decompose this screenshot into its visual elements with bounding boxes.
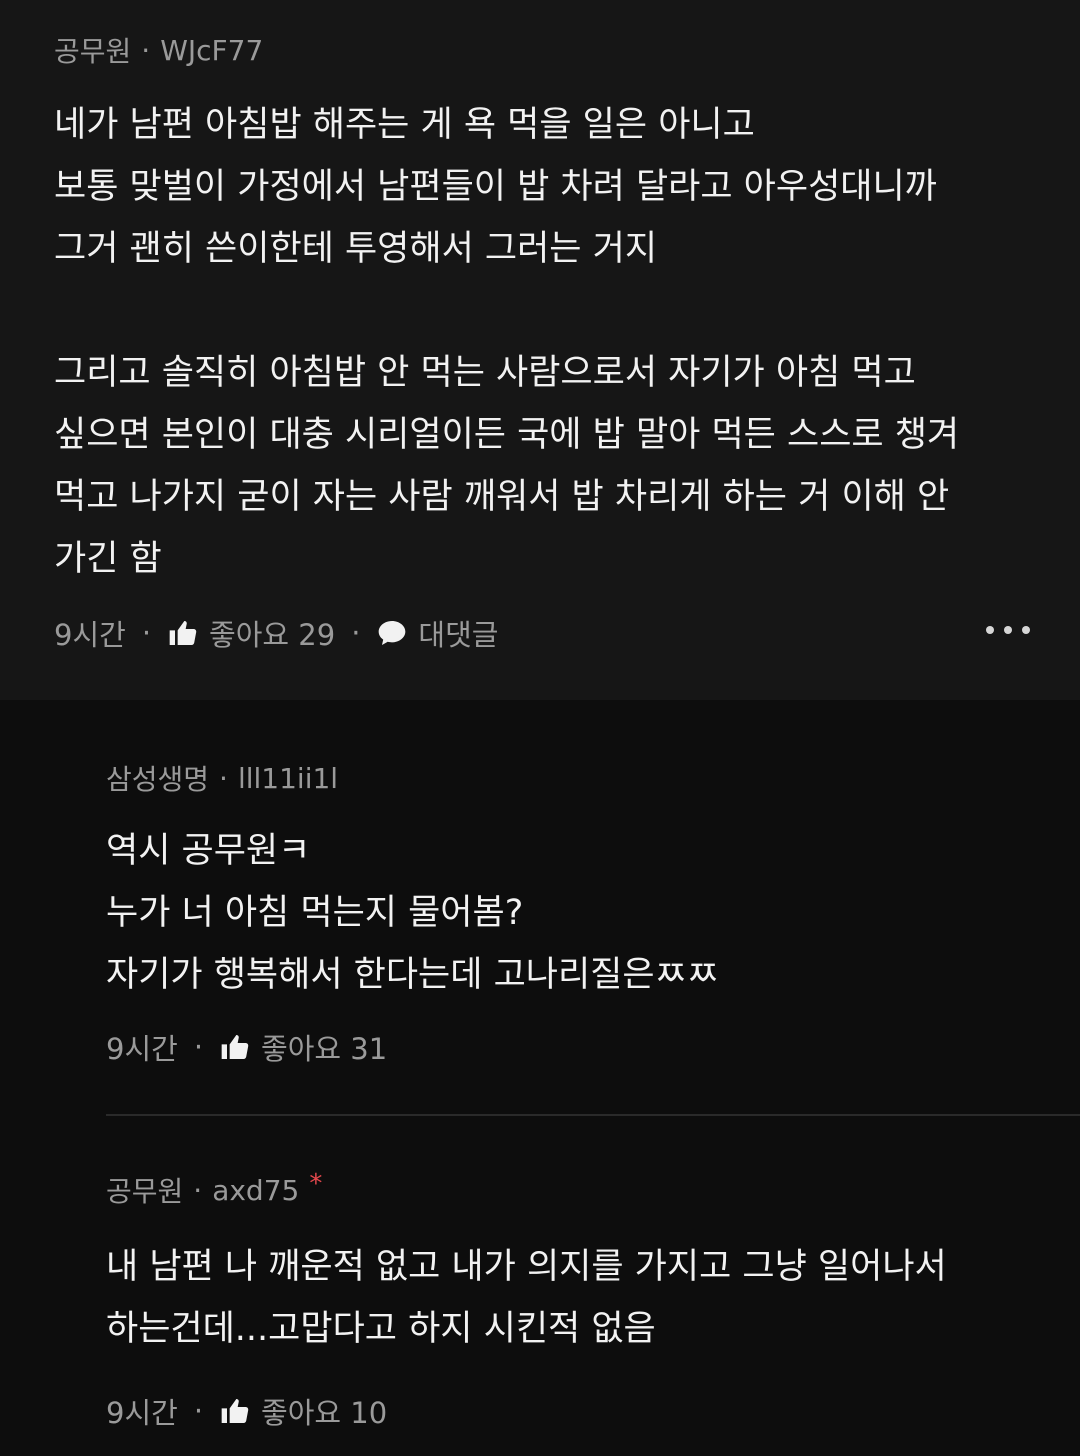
reply-label: 대댓글	[418, 618, 499, 652]
action-separator: ·	[351, 616, 361, 650]
comment-meta: 삼성생명 · lll11ii1l	[106, 758, 1080, 798]
meta-separator: ·	[219, 761, 228, 795]
comment-meta: 공무원 · axd75 *	[106, 1169, 1080, 1210]
author-mark: *	[309, 1169, 323, 1199]
action-separator: ·	[193, 1394, 204, 1428]
comment-line: 하는건데...고맙다고 하지 시킨적 없음	[106, 1309, 656, 1349]
comment-line: 역시 공무원ㅋ	[106, 831, 311, 871]
comment-line: 싶으면 본인이 대충 시리얼이든 국에 밥 말아 먹든 스스로 챙겨	[54, 415, 960, 455]
comment-text: 내 남편 나 깨운적 없고 내가 의지를 가지고 그냥 일어나서 하는건데...…	[106, 1236, 1080, 1360]
thumbs-up-icon	[221, 1035, 249, 1059]
reply-button[interactable]: 대댓글	[376, 612, 498, 654]
meta-separator: ·	[141, 33, 151, 67]
timestamp: 9시간	[54, 618, 126, 652]
comment-line: 네가 남편 아침밥 해주는 게 욕 먹을 일은 아니고	[54, 105, 755, 145]
comment-line: 자기가 행복해서 한다는데 고나리질은ㅉㅉ	[106, 955, 719, 995]
like-button[interactable]: 좋아요 29	[167, 612, 335, 654]
comment-meta: 공무원 · WJcF77	[54, 30, 1026, 70]
comment-actions: 9시간 · 좋아요 10	[106, 1390, 1080, 1432]
comment-card: 공무원 · WJcF77 네가 남편 아침밥 해주는 게 욕 먹을 일은 아니고…	[0, 0, 1080, 700]
comment-line	[54, 280, 1026, 342]
comment-line: 가긴 함	[54, 539, 162, 579]
comment-actions: 9시간 · 좋아요 29 · 대댓글	[54, 612, 1026, 654]
like-button[interactable]: 좋아요 10	[219, 1390, 387, 1432]
username[interactable]: WJcF77	[160, 34, 263, 67]
comment-line: 그거 괜히 쓴이한테 투영해서 그러는 거지	[54, 229, 658, 269]
timestamp: 9시간	[106, 1396, 178, 1430]
like-count: 좋아요 31	[261, 1032, 388, 1066]
action-separator: ·	[193, 1030, 204, 1064]
company-name[interactable]: 공무원	[106, 1170, 183, 1210]
like-count: 좋아요 29	[209, 618, 336, 652]
company-name[interactable]: 공무원	[54, 30, 131, 70]
comment-line: 그리고 솔직히 아침밥 안 먹는 사람으로서 자기가 아침 먹고	[54, 353, 916, 393]
reply-card: 공무원 · axd75 * 내 남편 나 깨운적 없고 내가 의지를 가지고 그…	[0, 1116, 1080, 1432]
username[interactable]: axd75	[212, 1174, 299, 1207]
thumbs-up-icon	[169, 621, 197, 645]
company-name[interactable]: 삼성생명	[106, 758, 209, 798]
speech-bubble-icon	[379, 621, 406, 645]
username[interactable]: lll11ii1l	[238, 762, 338, 795]
thumbs-up-icon	[221, 1399, 249, 1423]
more-options-button[interactable]	[986, 618, 1030, 642]
more-dots-icon	[986, 626, 994, 634]
meta-separator: ·	[193, 1173, 203, 1207]
timestamp: 9시간	[106, 1032, 178, 1066]
comment-actions: 9시간 · 좋아요 31	[106, 1026, 1080, 1068]
comment-line: 보통 맞벌이 가정에서 남편들이 밥 차려 달라고 아우성대니까	[54, 167, 937, 207]
comment-text: 역시 공무원ㅋ 누가 너 아침 먹는지 물어봄? 자기가 행복해서 한다는데 고…	[106, 820, 1080, 1006]
comment-line: 내 남편 나 깨운적 없고 내가 의지를 가지고 그냥 일어나서	[106, 1247, 947, 1287]
comment-text: 네가 남편 아침밥 해주는 게 욕 먹을 일은 아니고 보통 맞벌이 가정에서 …	[54, 94, 1026, 590]
comment-line: 먹고 나가지 굳이 자는 사람 깨워서 밥 차리게 하는 거 이해 안	[54, 477, 950, 517]
reply-card: 삼성생명 · lll11ii1l 역시 공무원ㅋ 누가 너 아침 먹는지 물어봄…	[0, 700, 1080, 1114]
comment-line: 누가 너 아침 먹는지 물어봄?	[106, 893, 524, 933]
like-button[interactable]: 좋아요 31	[219, 1026, 387, 1068]
action-separator: ·	[141, 616, 152, 650]
like-count: 좋아요 10	[261, 1396, 388, 1430]
